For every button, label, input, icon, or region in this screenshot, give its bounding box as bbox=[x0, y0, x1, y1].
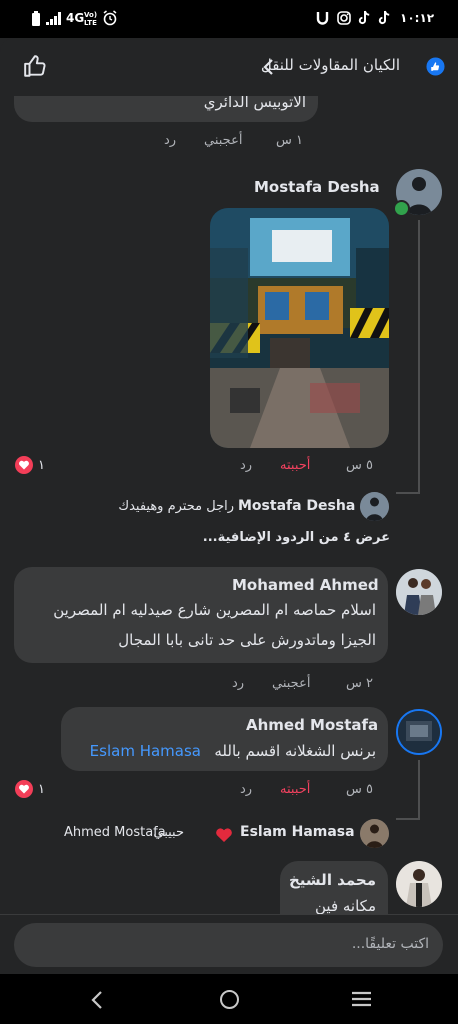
clock: ١٠:١٢ bbox=[400, 11, 435, 25]
thread-line bbox=[418, 220, 420, 492]
system-nav-bar bbox=[0, 974, 458, 1024]
avatar[interactable] bbox=[360, 492, 389, 521]
reply-author[interactable]: Mostafa Desha bbox=[238, 498, 355, 514]
tiktok-icon bbox=[358, 10, 370, 25]
mention-link[interactable]: Ahmed Mostafa bbox=[64, 825, 166, 840]
reply-button[interactable]: رد bbox=[232, 676, 244, 691]
reply-button[interactable]: رد bbox=[164, 133, 176, 148]
person-icon bbox=[396, 861, 442, 907]
comment-input[interactable]: اكتب تعليقًا... bbox=[14, 923, 443, 967]
person-icon bbox=[360, 492, 389, 521]
heart-icon bbox=[216, 828, 232, 842]
instagram-icon bbox=[337, 11, 351, 25]
reply-button[interactable]: رد bbox=[240, 782, 252, 797]
back-nav-icon[interactable] bbox=[90, 990, 104, 1010]
alarm-icon bbox=[103, 10, 117, 26]
reaction-count: ١ bbox=[38, 458, 45, 473]
reply-button[interactable]: رد bbox=[240, 458, 252, 473]
status-bar: 4G Vo) LTE ١٠:١٢ bbox=[0, 0, 458, 38]
comment-text: الاتوبيس الدائري bbox=[203, 96, 306, 111]
comment-text: مكانه فين bbox=[315, 897, 376, 914]
comment-author[interactable]: محمد الشيخ bbox=[289, 871, 376, 889]
online-indicator bbox=[393, 200, 410, 217]
person-icon bbox=[398, 711, 440, 753]
comment-time: ٥ س bbox=[346, 782, 373, 797]
like-button[interactable]: أعجبني bbox=[204, 133, 242, 148]
person-icon bbox=[396, 569, 442, 615]
comment-text: اسلام حماصه ام المصرين شارع صيدليه ام ال… bbox=[53, 601, 376, 619]
comment-text: برنس الشغلانه اقسم بالله bbox=[214, 742, 376, 760]
volte-label: Vo) LTE bbox=[84, 11, 98, 27]
avatar[interactable] bbox=[396, 861, 442, 907]
comment-composer: اكتب تعليقًا... bbox=[0, 914, 458, 975]
signal-icon bbox=[46, 12, 61, 25]
heart-icon[interactable] bbox=[15, 456, 33, 474]
like-button[interactable]: أحببته bbox=[280, 782, 310, 797]
home-nav-icon[interactable] bbox=[219, 989, 240, 1010]
comment-text: الجيزا وماتدورش على حد تانى بابا المجال bbox=[118, 631, 376, 649]
network-label: 4G bbox=[66, 11, 85, 25]
comment-photo[interactable] bbox=[210, 208, 389, 448]
comment-author[interactable]: Ahmed Mostafa bbox=[246, 716, 378, 734]
avatar[interactable] bbox=[360, 819, 389, 848]
thumbs-up-icon[interactable] bbox=[23, 53, 49, 79]
tiktok-icon bbox=[378, 10, 390, 25]
reaction-count: ١ bbox=[38, 782, 45, 797]
thread-line bbox=[418, 760, 420, 818]
avatar[interactable] bbox=[396, 569, 442, 615]
mention-link[interactable]: Eslam Hamasa bbox=[90, 742, 201, 760]
comment-time: ٢ س bbox=[346, 676, 373, 691]
battery-icon bbox=[32, 11, 40, 26]
thread-line bbox=[396, 492, 420, 494]
heart-icon[interactable] bbox=[15, 780, 33, 798]
comment-time: ١ س bbox=[276, 133, 303, 148]
reply-author[interactable]: Eslam Hamasa bbox=[240, 824, 355, 840]
person-icon bbox=[360, 819, 389, 848]
avatar[interactable] bbox=[396, 709, 442, 755]
like-button[interactable]: أعجبني bbox=[272, 676, 310, 691]
view-more-replies-link[interactable]: عرض ٤ من الردود الإضافية... bbox=[203, 530, 390, 545]
verified-badge-icon bbox=[426, 57, 445, 76]
post-header: الكيان المقاولات للنقل bbox=[0, 38, 458, 96]
comment-time: ٥ س bbox=[346, 458, 373, 473]
recents-nav-icon[interactable] bbox=[351, 991, 372, 1007]
like-button[interactable]: أحببته bbox=[280, 458, 310, 473]
comment-author[interactable]: Mohamed Ahmed bbox=[232, 576, 379, 594]
comment-input-placeholder: اكتب تعليقًا... bbox=[351, 936, 429, 952]
comments-area: الاتوبيس الدائري ١ س أعجبني رد Mostafa D… bbox=[0, 96, 458, 914]
u-app-icon bbox=[316, 12, 329, 25]
comment-author[interactable]: Mostafa Desha bbox=[254, 178, 380, 196]
group-title[interactable]: الكيان المقاولات للنقل bbox=[261, 56, 400, 74]
thread-line bbox=[396, 818, 420, 820]
reply-text: راجل محترم وهيفيدك bbox=[118, 499, 234, 514]
